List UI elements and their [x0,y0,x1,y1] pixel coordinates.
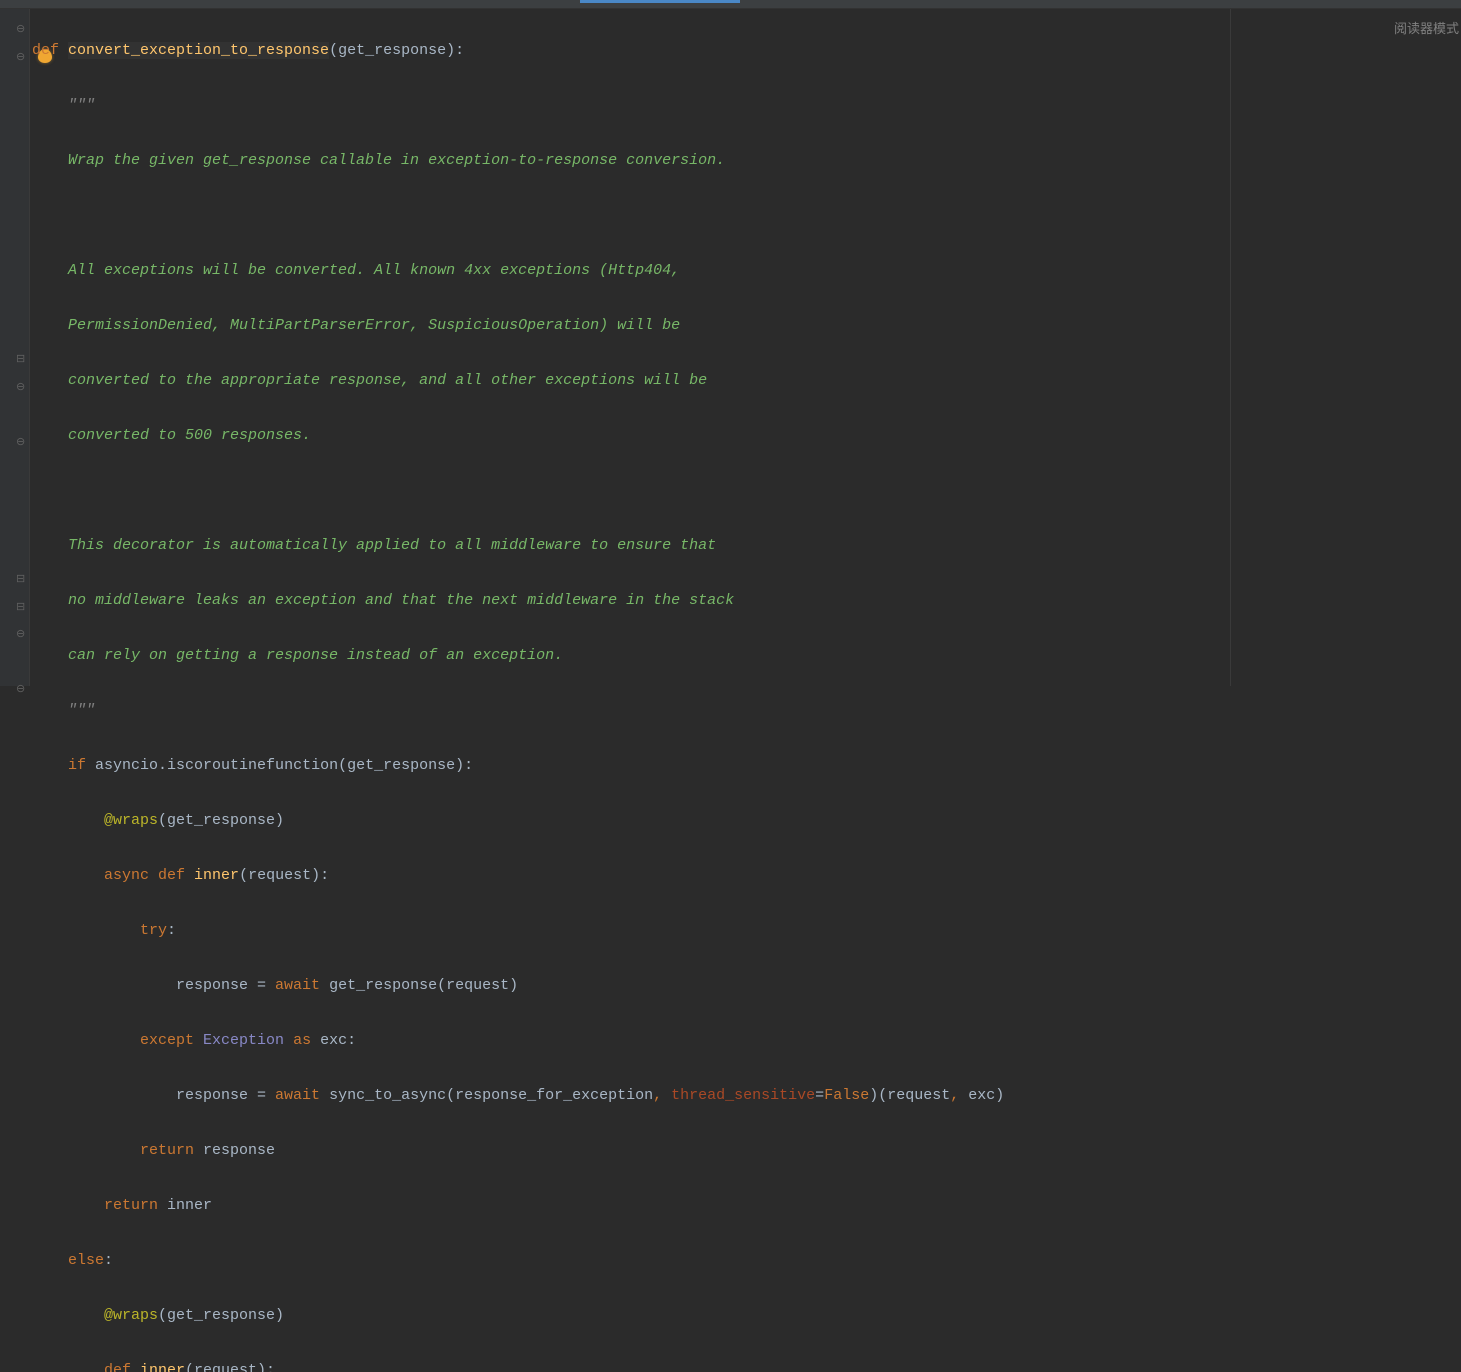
colon: : [167,922,176,939]
exception-class: Exception [203,1032,284,1049]
keyword-await: await [275,1087,320,1104]
indent [32,1142,140,1159]
docstring-line: converted to the appropriate response, a… [32,372,707,389]
decorator-args: (get_response) [158,812,284,829]
keyword-false: False [824,1087,869,1104]
tab-bar[interactable] [0,0,1461,9]
fold-icon[interactable]: ⊟ [16,603,26,613]
fold-icon[interactable]: ⊖ [16,383,26,393]
assignment: response = [32,977,275,994]
call: get_response(request) [320,977,518,994]
docstring-line: converted to 500 responses. [32,427,311,444]
indent [32,1197,104,1214]
reader-mode-label[interactable]: 阅读器模式 [1394,18,1459,37]
keyword-async: async [104,867,158,884]
editor-area: ⊖ ⊖ ⊟ ⊖ ⊖ ⊟ ⊟ ⊖ ⊖ def convert_exception_… [0,9,1461,686]
docstring-line: Wrap the given get_response callable in … [32,152,725,169]
fold-icon[interactable]: ⊖ [16,630,26,640]
signature: (get_response): [329,42,464,59]
identifier: exc: [320,1032,356,1049]
decorator-args: (get_response) [158,1307,284,1324]
docstring-start: """ [32,97,95,114]
fold-icon[interactable]: ⊟ [16,575,26,585]
signature: (request): [239,867,329,884]
keyword-as: as [284,1032,320,1049]
keyword-if: if [68,757,86,774]
keyword-return: return [140,1142,194,1159]
docstring-end: """ [32,702,95,719]
gutter[interactable]: ⊖ ⊖ ⊟ ⊖ ⊖ ⊟ ⊟ ⊖ ⊖ [0,9,30,686]
signature: (request): [185,1362,275,1372]
function-name: inner [140,1362,185,1372]
comma: , [950,1087,968,1104]
keyword-return: return [104,1197,158,1214]
docstring-line: This decorator is automatically applied … [32,537,716,554]
indent [32,1252,68,1269]
decorator: @wraps [104,1307,158,1324]
kwarg: thread_sensitive [671,1087,815,1104]
decorator: @wraps [104,812,158,829]
keyword-else: else [68,1252,104,1269]
indent [32,1362,104,1372]
keyword-except: except [140,1032,203,1049]
docstring-line: can rely on getting a response instead o… [32,647,563,664]
indent [32,812,104,829]
indent [32,1032,140,1049]
function-name: inner [194,867,239,884]
keyword-await: await [275,977,320,994]
keyword-def: def [158,867,194,884]
colon: : [104,1252,113,1269]
fold-icon[interactable]: ⊖ [16,53,26,63]
identifier: response [194,1142,275,1159]
docstring-line: PermissionDenied, MultiPartParserError, … [32,317,680,334]
docstring-line: no middleware leaks an exception and tha… [32,592,734,609]
docstring-line: All exceptions will be converted. All kn… [32,262,680,279]
fold-icon[interactable]: ⊟ [16,355,26,365]
identifier: exc) [968,1087,1004,1104]
keyword-def: def [32,42,68,59]
call: sync_to_async(response_for_exception [320,1087,653,1104]
indent [32,1307,104,1324]
assignment: response = [32,1087,275,1104]
function-name: convert_exception_to_response [68,42,329,59]
keyword-def: def [104,1362,140,1372]
call: )(request [869,1087,950,1104]
fold-icon[interactable]: ⊖ [16,438,26,448]
indent [32,757,68,774]
fold-icon[interactable]: ⊖ [16,685,26,695]
fold-icon[interactable]: ⊖ [16,25,26,35]
indent [32,922,140,939]
comma: , [653,1087,671,1104]
indent [32,867,104,884]
active-tab-indicator [580,0,740,3]
keyword-try: try [140,922,167,939]
identifier: inner [158,1197,212,1214]
code-editor[interactable]: def convert_exception_to_response(get_re… [30,9,1231,686]
equals: = [815,1087,824,1104]
expression: asyncio.iscoroutinefunction(get_response… [86,757,473,774]
